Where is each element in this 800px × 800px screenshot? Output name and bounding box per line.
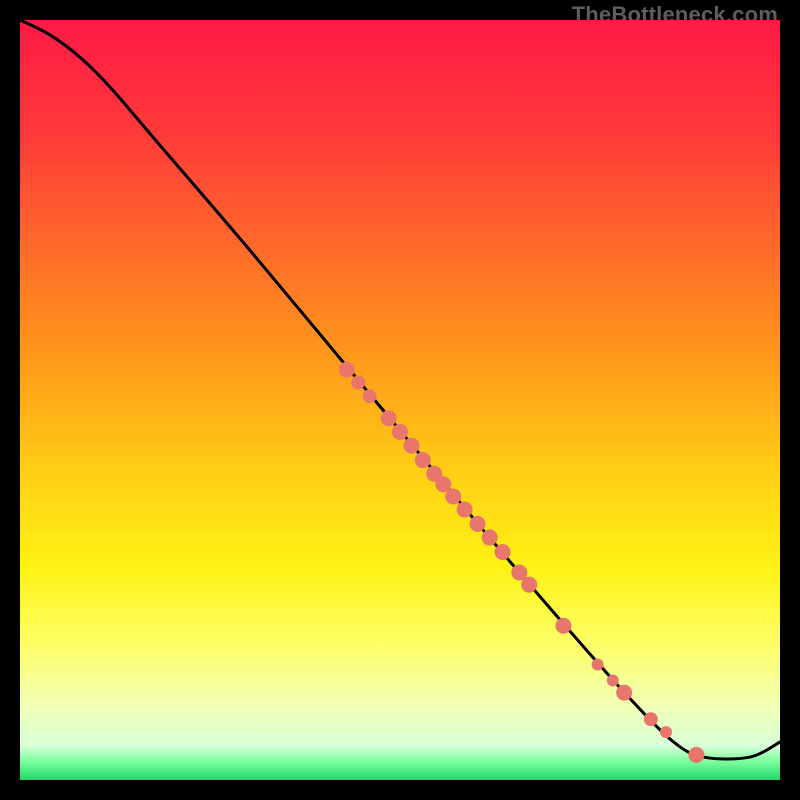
- data-point: [555, 618, 571, 634]
- data-point: [351, 376, 365, 390]
- data-point: [403, 438, 419, 454]
- data-point: [607, 674, 619, 686]
- data-point: [415, 452, 431, 468]
- data-point: [445, 489, 461, 505]
- data-point: [660, 726, 672, 738]
- data-point: [616, 685, 632, 701]
- data-point: [521, 577, 537, 593]
- data-point: [457, 501, 473, 517]
- chart-container: TheBottleneck.com: [0, 0, 800, 800]
- data-point: [644, 712, 658, 726]
- data-point: [470, 516, 486, 532]
- data-point: [482, 530, 498, 546]
- data-point: [392, 424, 408, 440]
- data-point: [363, 389, 377, 403]
- bottleneck-chart: [20, 20, 780, 780]
- data-point: [592, 658, 604, 670]
- data-point: [339, 362, 355, 378]
- data-point: [381, 410, 397, 426]
- data-point: [688, 747, 704, 763]
- gradient-background: [20, 20, 780, 780]
- data-point: [495, 544, 511, 560]
